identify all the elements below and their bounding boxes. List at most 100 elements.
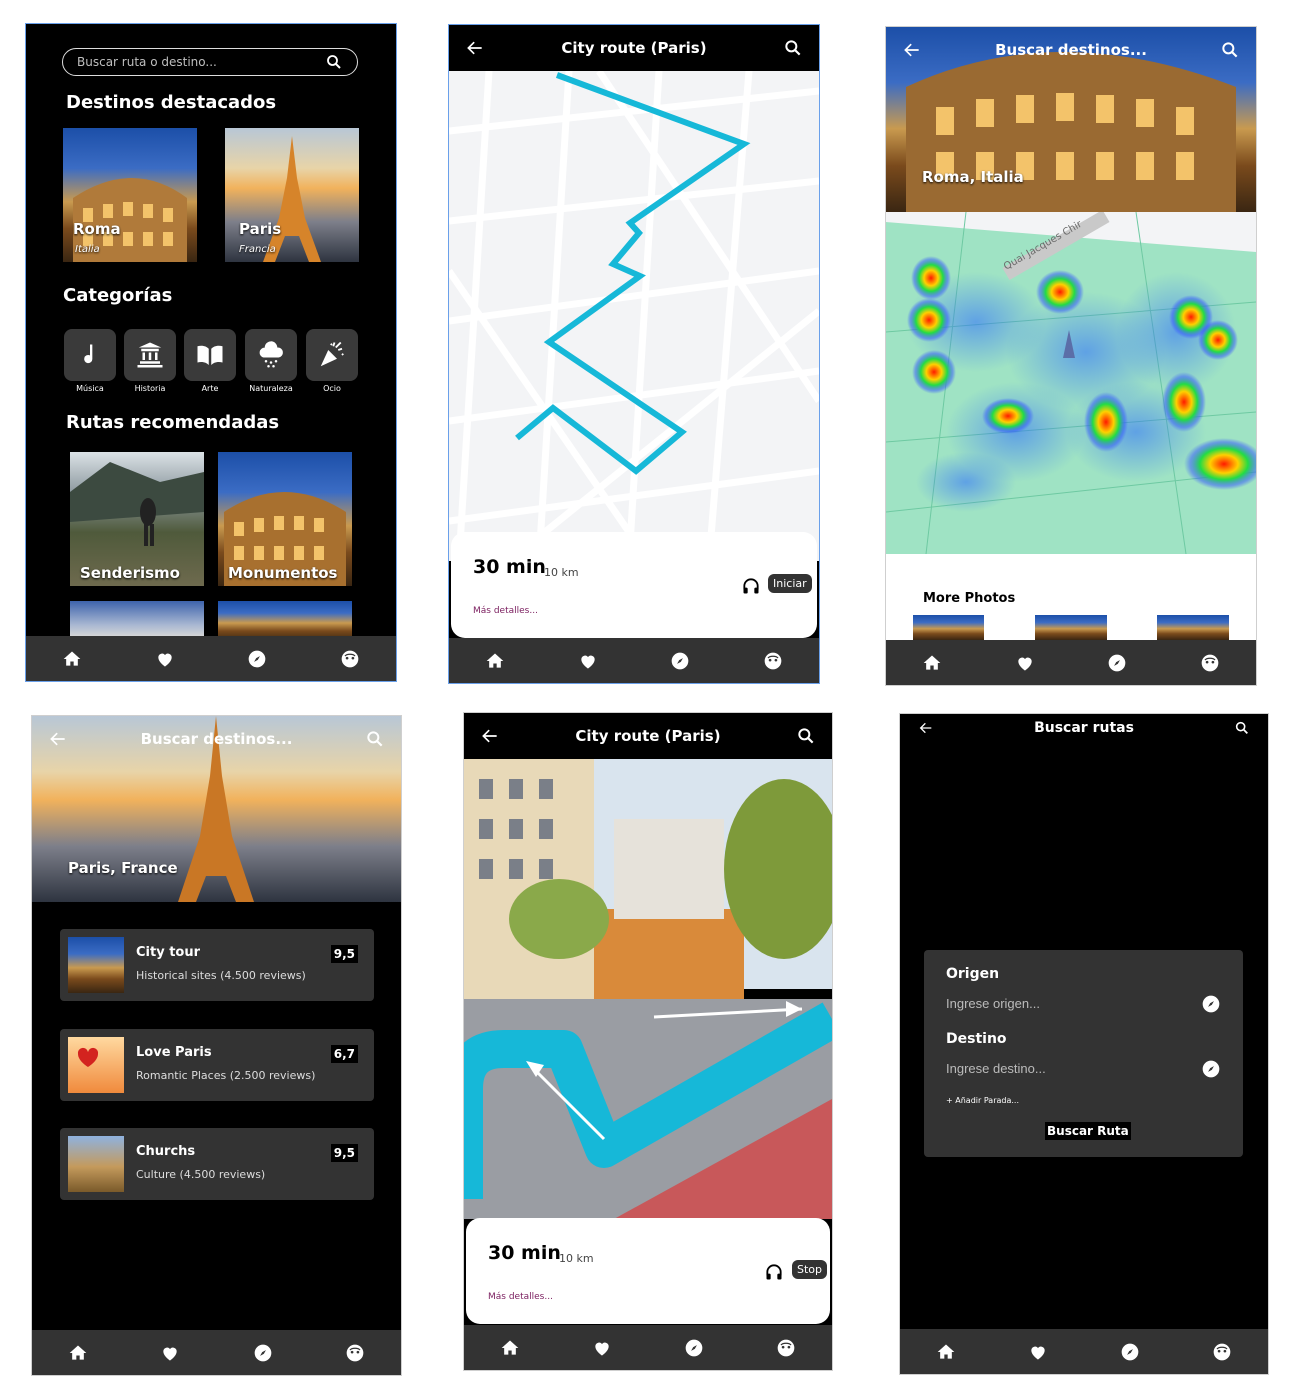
compass-icon[interactable] bbox=[1201, 994, 1221, 1014]
search-route-button[interactable]: Buscar Ruta bbox=[1045, 1122, 1131, 1140]
route-distance: 10 km bbox=[559, 1252, 594, 1265]
profile-face-icon[interactable] bbox=[1207, 1337, 1237, 1367]
search-icon[interactable] bbox=[794, 724, 818, 748]
back-arrow-icon[interactable] bbox=[900, 38, 924, 62]
eiffel-tower-image bbox=[263, 136, 321, 262]
more-details-link[interactable]: Más detalles... bbox=[488, 1292, 553, 1302]
back-arrow-icon[interactable] bbox=[463, 36, 487, 60]
bottom-nav bbox=[900, 1329, 1268, 1374]
profile-face-icon[interactable] bbox=[758, 646, 788, 676]
hero-caption: Paris, France bbox=[68, 859, 178, 877]
tour-item-city-tour[interactable]: City tour Historical sites (4.500 review… bbox=[60, 929, 374, 1001]
stop-button[interactable]: Stop bbox=[792, 1260, 828, 1279]
home-icon[interactable] bbox=[917, 648, 947, 678]
add-stop-link[interactable]: + Añadir Parada... bbox=[946, 1096, 1019, 1105]
profile-face-icon[interactable] bbox=[340, 1338, 370, 1368]
heart-icon[interactable] bbox=[1023, 1337, 1053, 1367]
tour-score-badge: 9,5 bbox=[330, 1144, 358, 1162]
tour-item-churchs[interactable]: Churchs Culture (4.500 reviews) 9,5 bbox=[60, 1128, 374, 1200]
tour-title: Love Paris bbox=[136, 1045, 212, 1060]
category-musica[interactable]: Música bbox=[64, 329, 116, 393]
search-destinations-input[interactable]: Buscar destinos... bbox=[995, 41, 1147, 59]
compass-icon[interactable] bbox=[665, 646, 695, 676]
start-button[interactable]: Iniciar bbox=[768, 574, 812, 593]
profile-face-icon[interactable] bbox=[335, 644, 365, 674]
search-icon[interactable] bbox=[1230, 716, 1254, 740]
categories-heading: Categorías bbox=[63, 285, 173, 306]
compass-icon[interactable] bbox=[1201, 1059, 1221, 1079]
category-arte[interactable]: Arte bbox=[184, 329, 236, 393]
home-icon[interactable] bbox=[495, 1333, 525, 1363]
tour-title: City tour bbox=[136, 945, 201, 960]
screen-route-map: City route (Paris) 30 min 10 km Iniciar … bbox=[448, 24, 820, 684]
tour-subtitle: Culture (4.500 reviews) bbox=[136, 1168, 266, 1181]
heatmap-map[interactable]: Quai Jacques Chir bbox=[886, 212, 1256, 554]
heart-icon[interactable] bbox=[155, 1338, 185, 1368]
profile-face-icon[interactable] bbox=[1195, 648, 1225, 678]
category-ocio[interactable]: Ocio bbox=[306, 329, 358, 393]
featured-heading: Destinos destacados bbox=[66, 92, 277, 113]
home-icon[interactable] bbox=[63, 1338, 93, 1368]
book-icon bbox=[197, 345, 223, 365]
cloud-snow-icon bbox=[259, 341, 283, 368]
route-map[interactable] bbox=[449, 71, 819, 561]
search-icon[interactable] bbox=[781, 36, 805, 60]
top-bar: Buscar destinos... bbox=[32, 716, 401, 762]
more-details-link[interactable]: Más detalles... bbox=[473, 606, 538, 616]
featured-country: Italia bbox=[75, 244, 100, 255]
route-time: 30 min bbox=[473, 556, 546, 578]
photo-thumb[interactable] bbox=[913, 615, 984, 640]
headphones-icon[interactable] bbox=[764, 1262, 784, 1282]
search-input[interactable]: Buscar ruta o destino... bbox=[62, 48, 358, 76]
featured-card-rome[interactable]: Roma Italia bbox=[63, 128, 197, 262]
tour-item-love-paris[interactable]: Love Paris Romantic Places (2.500 review… bbox=[60, 1029, 374, 1101]
tour-score-badge: 9,5 bbox=[330, 945, 358, 963]
compass-icon[interactable] bbox=[1115, 1337, 1145, 1367]
page-title: City route (Paris) bbox=[575, 727, 721, 745]
compass-icon[interactable] bbox=[1102, 648, 1132, 678]
back-arrow-icon[interactable] bbox=[914, 716, 938, 740]
route-time: 30 min bbox=[488, 1242, 561, 1264]
home-icon[interactable] bbox=[57, 644, 87, 674]
heart-icon[interactable] bbox=[150, 644, 180, 674]
origin-input[interactable] bbox=[946, 992, 1216, 1014]
compass-icon[interactable] bbox=[679, 1333, 709, 1363]
category-naturaleza[interactable]: Naturaleza bbox=[245, 329, 297, 393]
routes-heading: Rutas recomendadas bbox=[66, 412, 280, 433]
back-arrow-icon[interactable] bbox=[478, 724, 502, 748]
route-card-monumentos[interactable]: Monumentos bbox=[218, 452, 352, 586]
screen-destination-tours: Buscar destinos... Paris, France City to… bbox=[31, 715, 402, 1376]
home-icon[interactable] bbox=[931, 1337, 961, 1367]
ar-street-view bbox=[464, 759, 832, 1219]
heart-icon[interactable] bbox=[573, 646, 603, 676]
compass-icon[interactable] bbox=[248, 1338, 278, 1368]
route-card-partial-2[interactable] bbox=[218, 601, 352, 641]
category-label: Ocio bbox=[323, 384, 341, 393]
heart-icon[interactable] bbox=[1010, 648, 1040, 678]
profile-face-icon[interactable] bbox=[771, 1333, 801, 1363]
search-icon[interactable] bbox=[325, 53, 343, 71]
search-icon[interactable] bbox=[363, 727, 387, 751]
top-bar: Buscar rutas bbox=[900, 714, 1268, 742]
compass-icon[interactable] bbox=[242, 644, 272, 674]
screen-route-ar: City route (Paris) 30 min 10 km Stop Más… bbox=[463, 712, 833, 1371]
search-destinations-input[interactable]: Buscar destinos... bbox=[141, 730, 293, 748]
photo-thumb[interactable] bbox=[1157, 615, 1229, 640]
tour-score-badge: 6,7 bbox=[330, 1045, 358, 1063]
search-placeholder: Buscar ruta o destino... bbox=[77, 55, 217, 69]
featured-card-paris[interactable]: Paris Francia bbox=[225, 128, 359, 262]
back-arrow-icon[interactable] bbox=[46, 727, 70, 751]
headphones-icon[interactable] bbox=[741, 576, 761, 596]
tour-title: Churchs bbox=[136, 1144, 196, 1159]
destination-input[interactable] bbox=[946, 1057, 1216, 1079]
heart-icon[interactable] bbox=[587, 1333, 617, 1363]
home-icon[interactable] bbox=[480, 646, 510, 676]
page-title: City route (Paris) bbox=[561, 39, 707, 57]
top-bar: City route (Paris) bbox=[449, 25, 819, 71]
category-historia[interactable]: Historia bbox=[124, 329, 176, 393]
search-icon[interactable] bbox=[1218, 38, 1242, 62]
bottom-nav bbox=[464, 1325, 832, 1370]
photo-thumb[interactable] bbox=[1035, 615, 1107, 640]
route-card-senderismo[interactable]: Senderismo bbox=[70, 452, 204, 586]
route-card-partial-1[interactable] bbox=[70, 601, 204, 641]
